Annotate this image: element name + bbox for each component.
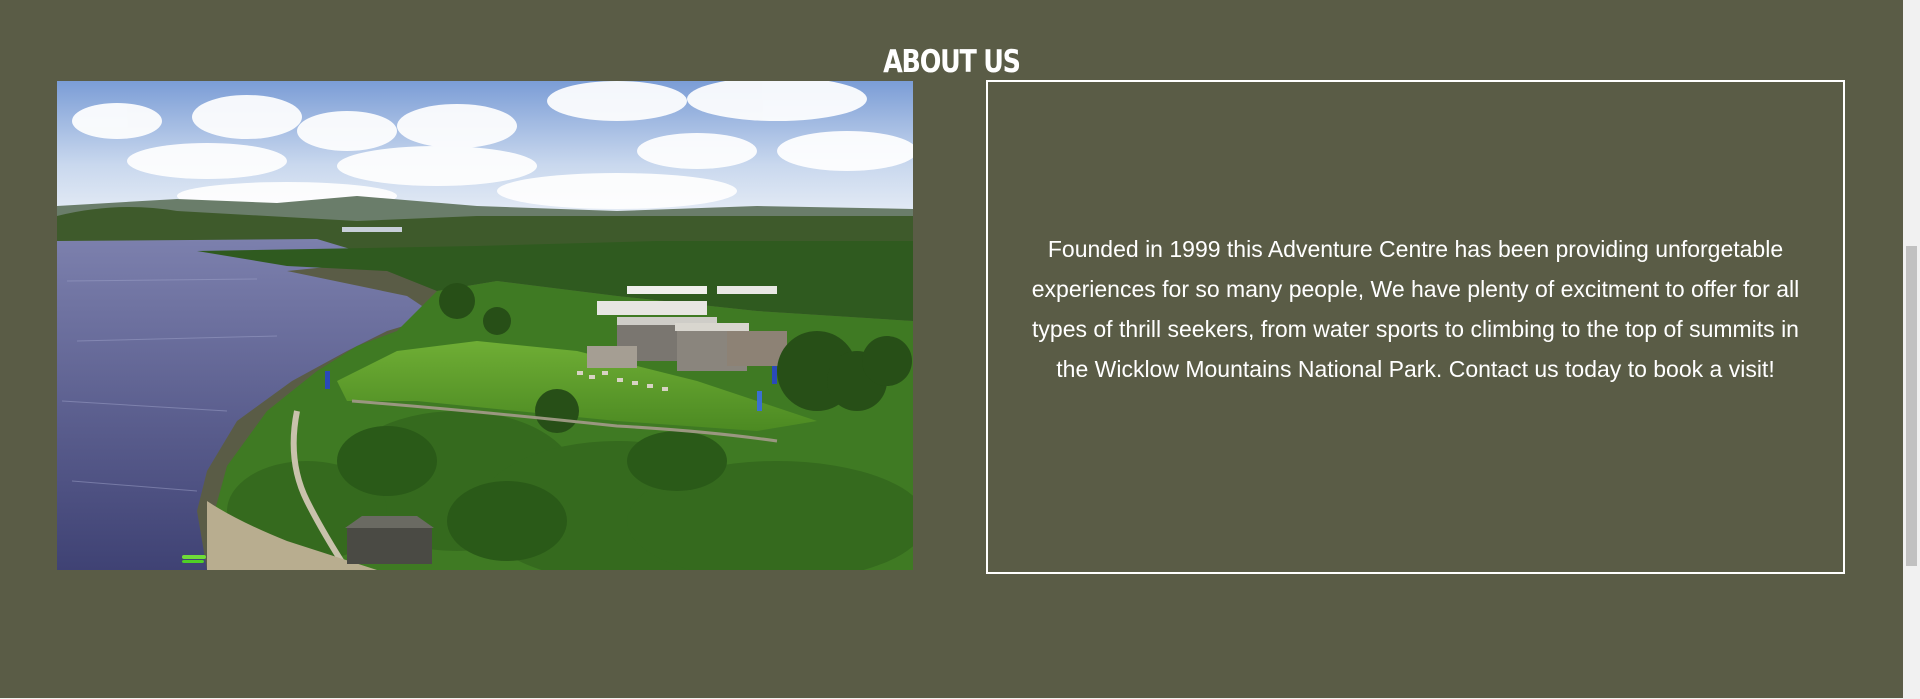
about-description: Founded in 1999 this Adventure Centre ha…: [1031, 235, 1800, 382]
page: ABOUT US Founded in 1999 this Adventure …: [0, 0, 1920, 699]
scrollbar-thumb[interactable]: [1906, 246, 1917, 566]
about-section: ABOUT US Founded in 1999 this Adventure …: [0, 0, 1903, 698]
about-photo: [57, 81, 913, 570]
vertical-scrollbar[interactable]: [1903, 0, 1920, 699]
landscape-photo-illustration: [57, 81, 913, 570]
about-title: ABOUT US: [883, 43, 1021, 80]
about-text-box: Founded in 1999 this Adventure Centre ha…: [986, 80, 1845, 574]
